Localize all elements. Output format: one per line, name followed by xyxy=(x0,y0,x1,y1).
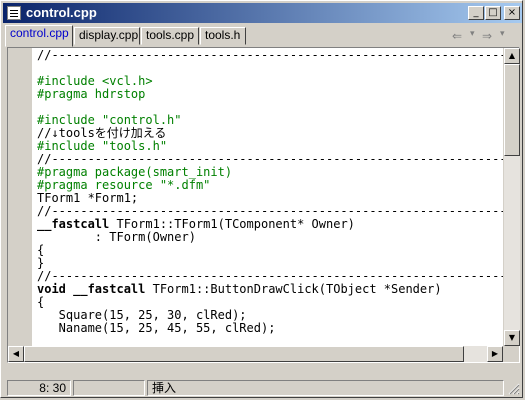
forward-dropdown-icon[interactable]: ▾ xyxy=(500,29,505,39)
scroll-left-icon[interactable]: ◀ xyxy=(8,346,24,362)
resize-grip-icon[interactable] xyxy=(506,381,520,395)
code-line: Naname(15, 25, 45, 55, clRed); xyxy=(37,321,276,335)
title-bar[interactable]: control.cpp _ □ × xyxy=(3,3,522,23)
window-title: control.cpp xyxy=(26,5,97,20)
file-tabs: control.cpp display.cpp tools.cpp tools.… xyxy=(3,25,522,47)
close-button[interactable]: × xyxy=(504,6,520,20)
maximize-button[interactable]: □ xyxy=(485,6,501,20)
code-area[interactable]: //--------------------------------------… xyxy=(37,49,503,361)
back-arrow-icon[interactable]: ⇐ xyxy=(452,29,462,43)
scroll-right-icon[interactable]: ▶ xyxy=(487,346,503,362)
scroll-up-icon[interactable]: ▲ xyxy=(504,48,520,64)
editor-window: control.cpp _ □ × control.cpp display.cp… xyxy=(0,0,523,398)
vertical-scroll-thumb[interactable] xyxy=(504,64,520,156)
code-editor[interactable]: //--------------------------------------… xyxy=(7,47,520,363)
horizontal-scrollbar[interactable]: ◀ ▶ xyxy=(8,346,503,362)
tab-tools-h[interactable]: tools.h xyxy=(200,27,246,45)
history-navigation: ⇐ ▾ ⇒ ▾ xyxy=(450,29,520,45)
scroll-down-icon[interactable]: ▼ xyxy=(504,330,520,346)
forward-arrow-icon[interactable]: ⇒ xyxy=(482,29,492,43)
tab-control-cpp[interactable]: control.cpp xyxy=(5,25,73,47)
keyword-token: void __fastcall xyxy=(37,282,146,296)
tab-tools-cpp[interactable]: tools.cpp xyxy=(141,27,199,45)
insert-mode-indicator: 挿入 xyxy=(147,380,504,396)
scrollbar-corner xyxy=(503,346,519,362)
horizontal-scroll-thumb[interactable] xyxy=(24,346,464,362)
status-bar: 8: 30 挿入 xyxy=(3,379,522,397)
code-line: void __fastcall TForm1::ButtonDrawClick(… xyxy=(37,282,442,296)
back-dropdown-icon[interactable]: ▾ xyxy=(470,29,475,39)
editor-gutter[interactable] xyxy=(8,48,32,362)
file-icon xyxy=(7,6,21,20)
keyword-token: __fastcall xyxy=(37,217,110,231)
modified-indicator xyxy=(73,380,145,396)
minimize-button[interactable]: _ xyxy=(468,6,484,20)
cursor-position: 8: 30 xyxy=(7,380,71,396)
code-line: //--------------------------------------… xyxy=(37,49,503,62)
code-line: #pragma hdrstop xyxy=(37,87,146,101)
vertical-scrollbar[interactable]: ▲ ▼ xyxy=(503,48,520,346)
code-line: : TForm(Owner) xyxy=(37,230,196,244)
tab-display-cpp[interactable]: display.cpp xyxy=(74,27,140,45)
